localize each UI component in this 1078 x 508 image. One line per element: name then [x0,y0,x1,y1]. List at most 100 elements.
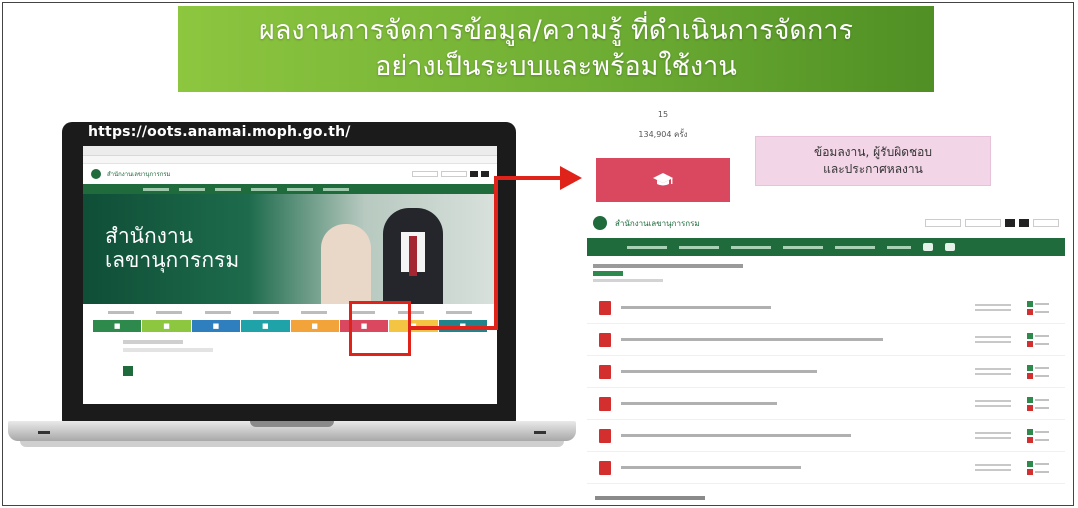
site-search-box[interactable] [412,171,438,177]
view-action[interactable] [1027,364,1053,371]
page-category-pill[interactable] [593,271,623,276]
document-actions [1027,300,1053,315]
page-font-toggle[interactable] [1019,219,1029,227]
download-action[interactable] [1027,468,1053,475]
page-nav-item[interactable] [731,245,771,249]
nav-item[interactable] [287,187,313,191]
font-size-toggle[interactable] [481,171,489,177]
document-actions [1027,396,1053,411]
page-footer-text [595,496,705,500]
document-row[interactable] [587,324,1065,356]
below-section [83,332,497,388]
download-action[interactable] [1027,340,1053,347]
title-line-1: ผลงานการจัดการข้อมูล/ความรู้ ที่ดำเนินกา… [259,15,853,46]
document-actions [1027,332,1053,347]
download-action[interactable] [1027,404,1053,411]
nav-item[interactable] [323,187,349,191]
connector-line [494,176,498,328]
contrast-toggle[interactable] [470,171,478,177]
browser-tabbar [83,146,497,156]
hero-line-1: สำนักงาน [105,224,194,248]
page-site-name: สำนักงานเลขานุการกรม [615,218,700,228]
action-label [1035,430,1049,433]
highlight-box [349,301,411,356]
site-select-box[interactable] [441,171,467,177]
view-icon [1027,460,1033,467]
card-button[interactable] [596,158,730,202]
search-icon[interactable] [923,243,933,251]
page-lang-select[interactable] [1033,219,1059,227]
action-label [1035,406,1049,409]
view-action[interactable] [1027,300,1053,307]
document-actions [1027,460,1053,475]
service-button[interactable]: ■ [241,320,290,332]
nav-item[interactable] [215,187,241,191]
pdf-file-icon [599,364,611,379]
download-icon [1027,468,1033,475]
view-action[interactable] [1027,396,1053,403]
page-nav-item[interactable] [679,245,719,249]
card-count: 134,904 ครั้ง [638,130,688,139]
hero-text: สำนักงาน เลขานุการกรม [105,224,239,272]
document-row[interactable] [587,292,1065,324]
hero-banner: สำนักงาน เลขานุการกรม [83,194,497,304]
site-name: สำนักงานเลขานุการกรม [107,171,171,178]
document-page: สำนักงานเลขานุการกรม [587,208,1065,504]
document-row[interactable] [587,420,1065,452]
document-row[interactable] [587,452,1065,484]
document-date [975,399,1011,408]
service-card: 15 134,904 ครั้ง [596,100,730,204]
view-action[interactable] [1027,332,1053,339]
view-action[interactable] [1027,428,1053,435]
view-icon [1027,396,1033,403]
connector-line [411,326,498,330]
page-nav [587,238,1065,256]
callout-line-1: ข้อมลงาน, ผู้รับผิดชอบ [814,145,932,159]
title-banner: ผลงานการจัดการข้อมูล/ความรู้ ที่ดำเนินกา… [178,6,934,92]
service-button[interactable]: ■ [290,320,339,332]
laptop-notch [250,421,334,427]
page-header: สำนักงานเลขานุการกรม [587,208,1065,238]
nav-item[interactable] [143,187,169,191]
document-date [975,463,1011,472]
action-label [1035,310,1049,313]
document-actions [1027,428,1053,443]
document-row[interactable] [587,356,1065,388]
nav-item[interactable] [179,187,205,191]
action-label [1035,398,1049,401]
service-button[interactable]: ■ [191,320,241,332]
page-contrast-toggle[interactable] [1005,219,1015,227]
view-action[interactable] [1027,460,1053,467]
page-logo-icon [593,216,607,230]
pdf-file-icon [599,396,611,411]
page-select-box[interactable] [965,219,1001,227]
view-icon [1027,364,1033,371]
download-action[interactable] [1027,372,1053,379]
page-nav-item[interactable] [627,245,667,249]
arrow-head-icon [560,166,582,190]
view-icon [1027,428,1033,435]
download-action[interactable] [1027,436,1053,443]
service-button[interactable]: ■ [93,320,142,332]
site-header: สำนักงานเลขานุการกรม [83,164,497,184]
service-button[interactable]: ■ [142,320,191,332]
browser-bookmarks [83,156,497,164]
document-title [621,402,777,405]
mini-green-button[interactable] [123,366,133,376]
page-nav-item[interactable] [835,245,875,249]
page-nav-item[interactable] [887,245,911,249]
document-row[interactable] [587,388,1065,420]
pdf-file-icon [599,428,611,443]
sitemap-icon[interactable] [945,243,955,251]
download-action[interactable] [1027,308,1053,315]
document-date [975,431,1011,440]
service-label [156,310,183,314]
hero-line-2: เลขานุการกรม [105,248,240,272]
laptop-shadow [20,441,564,447]
page-nav-item[interactable] [783,245,823,249]
document-title [621,370,817,373]
laptop-screen: สำนักงานเลขานุการกรม สำนักงาน เลขานุการก… [83,146,497,404]
nav-item[interactable] [251,187,277,191]
page-search-box[interactable] [925,219,961,227]
hero-person-woman [321,224,371,304]
